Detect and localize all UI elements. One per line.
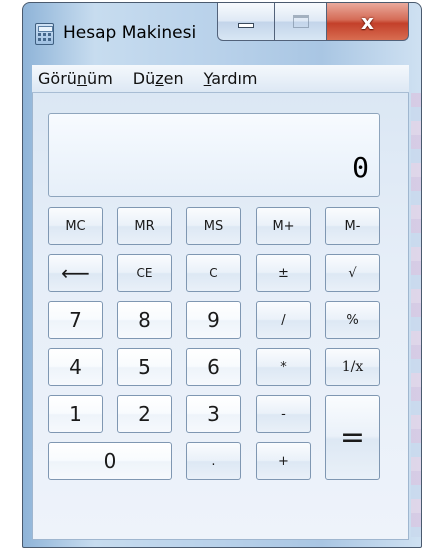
minimize-button[interactable] (217, 3, 275, 41)
minimize-icon (238, 23, 254, 28)
maximize-icon (292, 15, 309, 28)
digit-0-button[interactable]: 0 (48, 442, 172, 480)
memory-add-button[interactable]: M+ (256, 207, 311, 245)
result-display: 0 (48, 113, 380, 197)
digit-9-button[interactable]: 9 (186, 301, 241, 339)
reciprocal-button[interactable]: 1/x (325, 348, 380, 386)
digit-6-button[interactable]: 6 (186, 348, 241, 386)
memory-subtract-button[interactable]: M- (325, 207, 380, 245)
caption-buttons: x (217, 3, 409, 41)
title-bar[interactable]: Hesap Makinesi x (23, 3, 421, 59)
calculator-body: 0 MC MR MS M+ M- ⟵ CE C ± √ 7 8 9 / % 4 … (32, 93, 409, 540)
close-icon: x (361, 9, 374, 34)
window-border-decoration (411, 93, 421, 537)
maximize-button[interactable] (275, 3, 327, 41)
divide-button[interactable]: / (256, 301, 311, 339)
square-root-button[interactable]: √ (325, 254, 380, 292)
subtract-button[interactable]: - (256, 395, 311, 433)
calculator-icon (35, 23, 54, 45)
close-button[interactable]: x (327, 3, 409, 41)
clear-button[interactable]: C (186, 254, 241, 292)
digit-5-button[interactable]: 5 (117, 348, 172, 386)
negate-button[interactable]: ± (256, 254, 311, 292)
digit-4-button[interactable]: 4 (48, 348, 103, 386)
clear-entry-button[interactable]: CE (117, 254, 172, 292)
memory-store-button[interactable]: MS (186, 207, 241, 245)
window-title: Hesap Makinesi (63, 23, 197, 43)
menu-view[interactable]: Görünüm (38, 69, 113, 88)
calculator-window: Hesap Makinesi x Görünüm Düzen Yardım 0 … (22, 2, 422, 548)
menu-edit[interactable]: Düzen (133, 69, 184, 88)
equals-button[interactable]: = (325, 395, 380, 480)
multiply-button[interactable]: * (256, 348, 311, 386)
digit-2-button[interactable]: 2 (117, 395, 172, 433)
digit-3-button[interactable]: 3 (186, 395, 241, 433)
memory-clear-button[interactable]: MC (48, 207, 103, 245)
digit-8-button[interactable]: 8 (117, 301, 172, 339)
memory-recall-button[interactable]: MR (117, 207, 172, 245)
decimal-point-button[interactable]: . (186, 442, 241, 480)
display-value: 0 (352, 151, 369, 184)
add-button[interactable]: + (256, 442, 311, 480)
menu-bar: Görünüm Düzen Yardım (32, 65, 409, 93)
digit-7-button[interactable]: 7 (48, 301, 103, 339)
backspace-button[interactable]: ⟵ (48, 254, 103, 292)
percent-button[interactable]: % (325, 301, 380, 339)
digit-1-button[interactable]: 1 (48, 395, 103, 433)
menu-help[interactable]: Yardım (204, 69, 258, 88)
